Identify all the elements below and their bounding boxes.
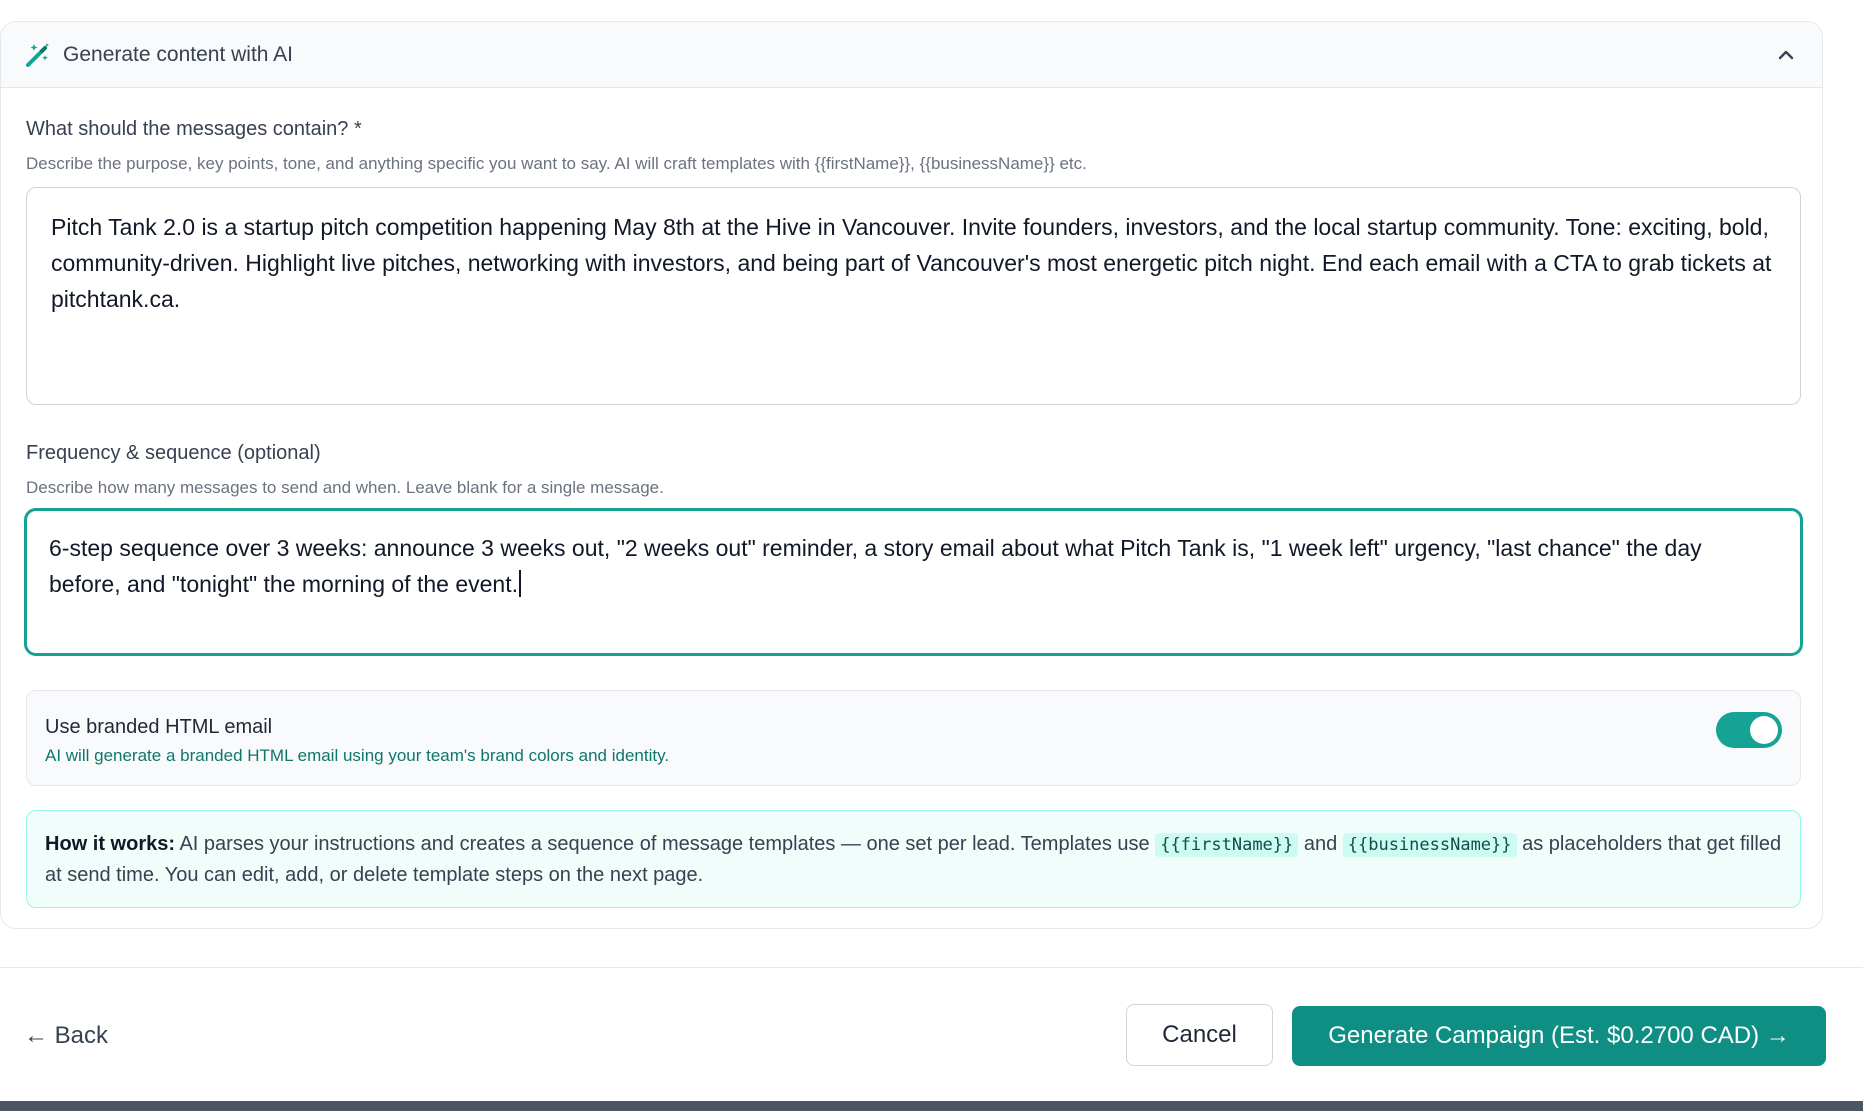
branded-email-description: AI will generate a branded HTML email us…	[45, 746, 670, 765]
branded-email-toggle[interactable]	[1716, 712, 1782, 748]
content-field-help: Describe the purpose, key points, tone, …	[26, 154, 1087, 173]
frequency-field-label: Frequency & sequence (optional)	[26, 442, 321, 464]
collapse-button[interactable]	[1772, 41, 1800, 69]
frequency-textarea[interactable]: 6-step sequence over 3 weeks: announce 3…	[24, 508, 1803, 656]
panel-title: Generate content with AI	[63, 42, 293, 66]
panel-header[interactable]: Generate content with AI	[1, 22, 1822, 88]
content-field-label: What should the messages contain? *	[26, 118, 362, 140]
window-bottom-bar	[0, 1101, 1863, 1111]
info-text: AI parses your instructions and creates …	[175, 833, 1156, 855]
generate-campaign-button[interactable]: Generate Campaign (Est. $0.2700 CAD) →	[1292, 1006, 1826, 1066]
footer-divider	[0, 967, 1863, 968]
cancel-button[interactable]: Cancel	[1126, 1004, 1273, 1066]
content-textarea[interactable]: Pitch Tank 2.0 is a startup pitch compet…	[26, 187, 1801, 405]
frequency-text: 6-step sequence over 3 weeks: announce 3…	[49, 535, 1709, 597]
back-button[interactable]: ← Back	[24, 1022, 108, 1050]
branded-email-title: Use branded HTML email	[45, 716, 273, 738]
info-text: and	[1298, 833, 1343, 855]
firstname-placeholder-code: {{firstName}}	[1155, 833, 1299, 857]
businessname-placeholder-code: {{businessName}}	[1342, 833, 1517, 857]
toggle-knob	[1750, 716, 1778, 744]
text-caret	[518, 570, 521, 597]
branded-email-row: Use branded HTML email AI will generate …	[26, 690, 1801, 786]
ai-generate-panel: Generate content with AI What should the…	[0, 21, 1823, 929]
magic-wand-icon	[25, 42, 51, 68]
how-it-works-info: How it works: AI parses your instruction…	[26, 810, 1801, 908]
how-it-works-heading: How it works:	[45, 833, 176, 855]
frequency-field-help: Describe how many messages to send and w…	[26, 478, 664, 497]
chevron-up-icon	[1778, 50, 1794, 60]
